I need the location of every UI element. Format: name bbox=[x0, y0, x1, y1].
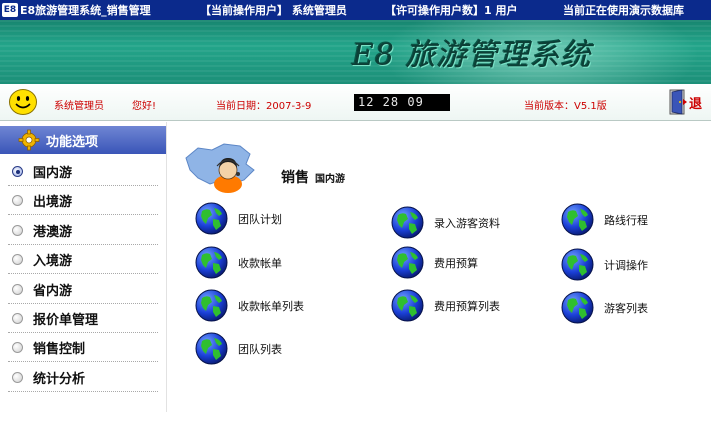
header-banner: E8 旅游管理系统 bbox=[0, 20, 711, 84]
sidebar-item-domestic[interactable]: 国内游 bbox=[8, 158, 158, 186]
exit-label: 退 bbox=[689, 96, 703, 112]
sidebar-header: 功能选项 bbox=[0, 126, 166, 154]
sidebar-item-label: 入境游 bbox=[33, 254, 73, 270]
action-route-itinerary[interactable]: 路线行程 bbox=[561, 203, 648, 236]
action-label: 录入游客资料 bbox=[434, 216, 500, 230]
action-label: 收款帐单 bbox=[238, 256, 282, 270]
globe-icon bbox=[391, 289, 424, 322]
radio-icon bbox=[12, 254, 23, 266]
globe-icon bbox=[391, 246, 424, 279]
sidebar-item-label: 港澳游 bbox=[33, 224, 73, 240]
sidebar-item-sales-control[interactable]: 销售控制 bbox=[8, 334, 158, 363]
greeting-text: 您好! bbox=[132, 101, 157, 112]
version-text: 当前版本：V5.1版 bbox=[524, 101, 607, 112]
sidebar-item-quotation[interactable]: 报价单管理 bbox=[8, 305, 158, 333]
database-status: 当前正在使用演示数据库 bbox=[563, 4, 684, 17]
user-name-text: 系统管理员 bbox=[54, 101, 104, 112]
sidebar-item-outbound[interactable]: 出境游 bbox=[8, 187, 158, 216]
current-date-text: 当前日期：2007-3-9 bbox=[216, 101, 312, 112]
radio-selected-icon bbox=[12, 166, 23, 177]
globe-icon bbox=[195, 246, 228, 279]
action-label: 费用预算列表 bbox=[434, 299, 500, 313]
action-expense-budget-list[interactable]: 费用预算列表 bbox=[391, 289, 500, 322]
sidebar-item-label: 报价单管理 bbox=[33, 312, 99, 328]
action-dispatch-operation[interactable]: 计调操作 bbox=[561, 248, 648, 281]
window-title-bar: E8 E8旅游管理系统_销售管理 【当前操作用户】 系统管理员 【许可操作用户数… bbox=[0, 0, 711, 20]
exit-door-icon bbox=[669, 89, 687, 115]
radio-icon bbox=[12, 371, 23, 383]
digital-clock: 12 28 09 bbox=[354, 94, 450, 111]
page-subtitle: 国内游 bbox=[315, 174, 345, 185]
globe-icon bbox=[561, 203, 594, 236]
globe-icon bbox=[561, 248, 594, 281]
action-payment-bill[interactable]: 收款帐单 bbox=[195, 246, 282, 279]
sidebar-item-label: 销售控制 bbox=[33, 342, 86, 358]
action-label: 路线行程 bbox=[604, 213, 648, 227]
globe-icon bbox=[561, 291, 594, 324]
action-team-plan[interactable]: 团队计划 bbox=[195, 202, 282, 235]
window-title: E8旅游管理系统_销售管理 bbox=[20, 4, 151, 17]
radio-icon bbox=[12, 342, 23, 354]
sidebar-item-statistics[interactable]: 统计分析 bbox=[8, 364, 158, 392]
sidebar-item-label: 国内游 bbox=[33, 166, 73, 181]
action-label: 计调操作 bbox=[604, 258, 648, 272]
current-user-status: 【当前操作用户】 系统管理员 bbox=[200, 4, 347, 17]
action-tourist-list[interactable]: 游客列表 bbox=[561, 291, 648, 324]
sidebar-menu: 国内游 出境游 港澳游 入境游 省内游 报价单管理 销售控制 统计分析 bbox=[0, 158, 166, 393]
sidebar-item-label: 统计分析 bbox=[33, 371, 86, 387]
sidebar-title: 功能选项 bbox=[46, 134, 99, 150]
radio-icon bbox=[12, 283, 23, 295]
sidebar-item-label: 省内游 bbox=[33, 283, 73, 299]
china-map-person-icon bbox=[185, 143, 255, 193]
action-label: 费用预算 bbox=[434, 256, 478, 270]
radio-icon bbox=[12, 224, 23, 236]
smiley-icon bbox=[9, 89, 37, 115]
app-icon: E8 bbox=[2, 3, 18, 17]
globe-icon bbox=[391, 206, 424, 239]
radio-icon bbox=[12, 312, 23, 324]
globe-icon bbox=[195, 332, 228, 365]
sidebar-item-hk-macau[interactable]: 港澳游 bbox=[8, 217, 158, 245]
sidebar-item-inbound[interactable]: 入境游 bbox=[8, 246, 158, 275]
action-expense-budget[interactable]: 费用预算 bbox=[391, 246, 478, 279]
radio-icon bbox=[12, 195, 23, 207]
action-label: 游客列表 bbox=[604, 301, 648, 315]
action-team-list[interactable]: 团队列表 bbox=[195, 332, 282, 365]
section-title: 销售 国内游 bbox=[281, 167, 345, 187]
action-label: 团队列表 bbox=[238, 342, 282, 356]
gear-icon bbox=[18, 129, 40, 151]
action-enter-tourist-info[interactable]: 录入游客资料 bbox=[391, 206, 500, 239]
action-label: 收款帐单列表 bbox=[238, 299, 304, 313]
license-count-status: 【许可操作用户数】1 用户 bbox=[385, 4, 518, 17]
globe-icon bbox=[195, 289, 228, 322]
sidebar-item-label: 出境游 bbox=[33, 195, 73, 211]
brand-logo-text: E8 旅游管理系统 bbox=[352, 38, 592, 73]
page-title: 销售 bbox=[281, 170, 309, 186]
sidebar-item-provincial[interactable]: 省内游 bbox=[8, 276, 158, 304]
exit-button[interactable]: 退 bbox=[668, 88, 711, 116]
action-label: 团队计划 bbox=[238, 212, 282, 226]
action-payment-bill-list[interactable]: 收款帐单列表 bbox=[195, 289, 304, 322]
globe-icon bbox=[195, 202, 228, 235]
